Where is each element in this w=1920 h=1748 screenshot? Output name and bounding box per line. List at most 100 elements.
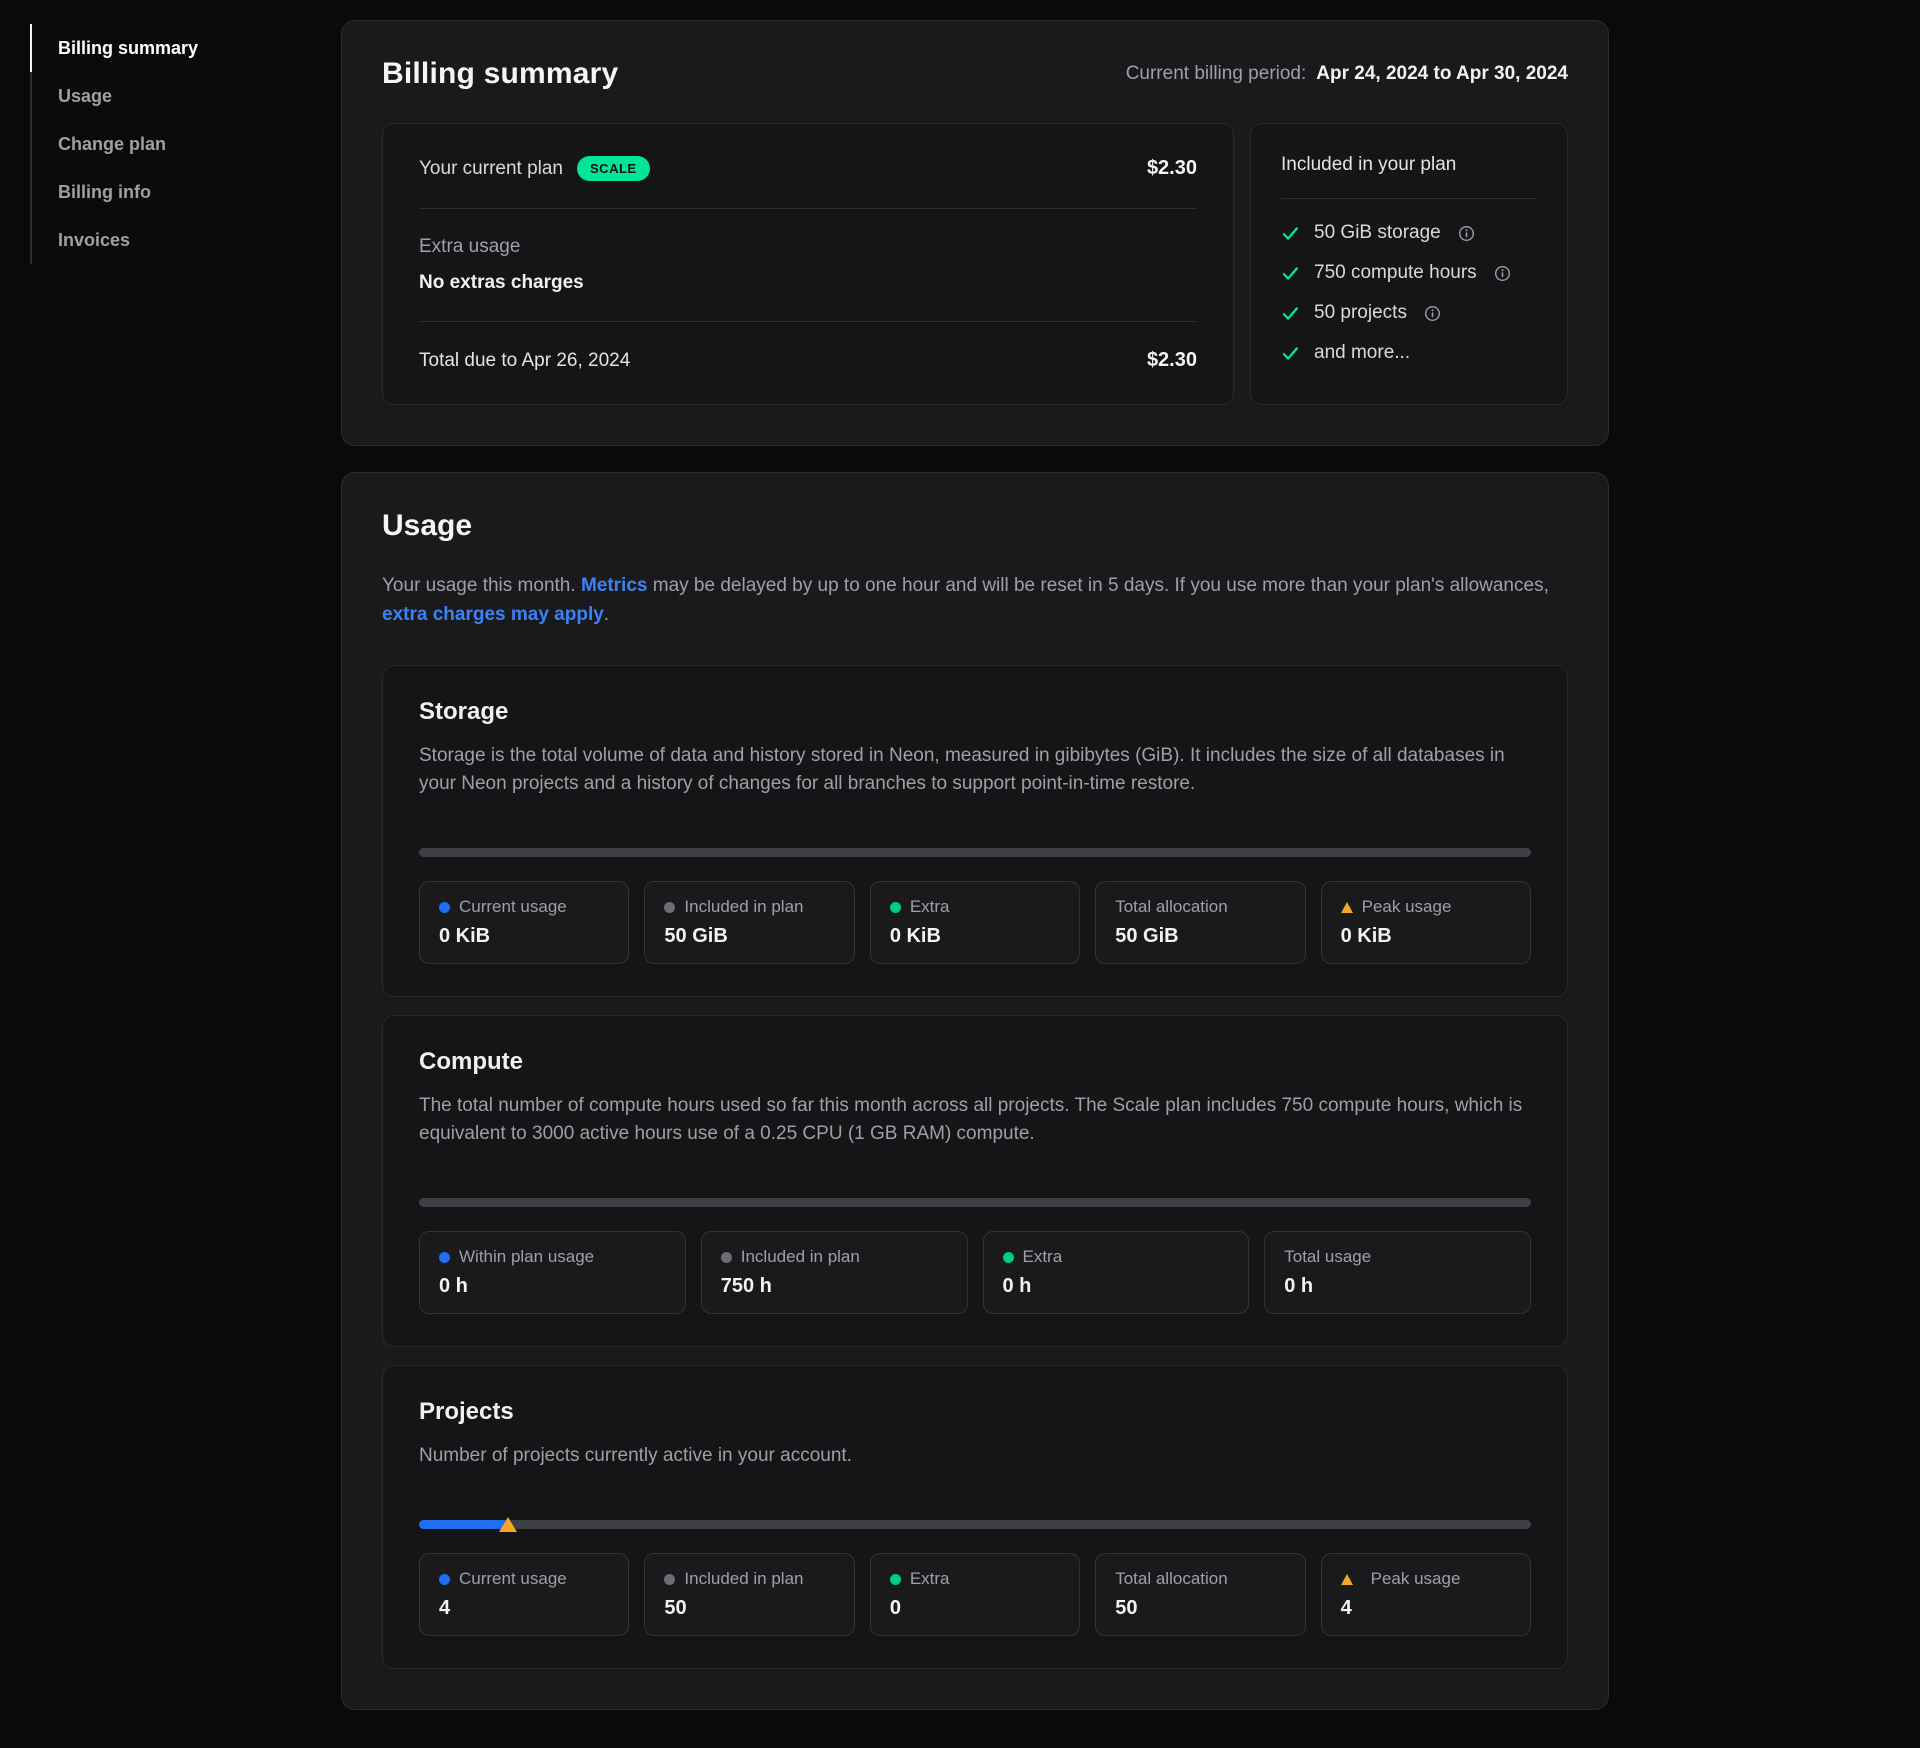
billing-summary-card: Billing summary Current billing period: A… [341,20,1609,446]
included-item-label: 50 projects [1314,302,1407,324]
included-item-label: 750 compute hours [1314,262,1477,284]
stat-value: 0 [890,1597,1060,1620]
stat-label: Included in plan [741,1247,860,1267]
sidebar-item-change-plan[interactable]: Change plan [32,120,310,168]
sidebar-item-billing-summary[interactable]: Billing summary [32,24,310,72]
stat-label: Total allocation [1115,897,1227,917]
stat-label: Current usage [459,897,567,917]
usage-intro: Your usage this month. Metrics may be de… [382,571,1568,629]
included-item-label: and more... [1314,342,1410,364]
billing-sidebar: Billing summary Usage Change plan Billin… [30,24,310,264]
stat-value: 0 KiB [439,925,609,948]
projects-section-description: Number of projects currently active in y… [419,1442,1531,1470]
billing-period: Current billing period: Apr 24, 2024 to A… [1126,63,1568,85]
current-plan-card: Your current plan SCALE $2.30 Extra usag… [382,123,1234,405]
included-in-plan-card: Included in your plan 50 GiB storage 750… [1250,123,1568,405]
legend-dot-icon [890,1574,901,1585]
projects-stats: Current usage 4 Included in plan 50 Extr… [419,1553,1531,1636]
storage-section: Storage Storage is the total volume of d… [382,665,1568,997]
included-item-storage: 50 GiB storage [1281,213,1537,253]
stat-total-allocation: Total allocation 50 GiB [1095,881,1305,964]
billing-period-value: Apr 24, 2024 to Apr 30, 2024 [1316,63,1568,84]
current-plan-row: Your current plan SCALE $2.30 [419,156,1197,181]
stat-label: Total usage [1284,1247,1371,1267]
divider [419,208,1197,209]
total-due-row: Total due to Apr 26, 2024 $2.30 [419,349,1197,372]
storage-section-title: Storage [419,698,1531,726]
included-item-label: 50 GiB storage [1314,222,1441,244]
stat-label: Current usage [459,1569,567,1589]
stat-label: Extra [910,1569,950,1589]
stat-value: 0 h [1284,1275,1511,1298]
included-item-more: and more... [1281,333,1537,373]
stat-value: 50 [664,1597,834,1620]
info-icon[interactable] [1458,225,1475,242]
intro-text: . [604,604,609,625]
usage-title: Usage [382,509,1568,543]
stat-value: 50 GiB [1115,925,1285,948]
stat-value: 4 [439,1597,609,1620]
plan-badge: SCALE [577,156,650,181]
summary-grid: Your current plan SCALE $2.30 Extra usag… [382,123,1568,405]
stat-value: 4 [1341,1597,1511,1620]
stat-value: 750 h [721,1275,948,1298]
peak-triangle-icon [1341,1574,1353,1585]
stat-value: 0 KiB [1341,925,1511,948]
stat-value: 0 KiB [890,925,1060,948]
billing-summary-header: Billing summary Current billing period: A… [382,57,1568,91]
check-icon [1281,264,1300,283]
plan-amount: $2.30 [1147,157,1197,180]
legend-dot-icon [664,1574,675,1585]
projects-progress-bar [419,1520,1531,1529]
stat-current-usage: Current usage 4 [419,1553,629,1636]
check-icon [1281,344,1300,363]
compute-progress-bar [419,1198,1531,1207]
compute-section-title: Compute [419,1048,1531,1076]
info-icon[interactable] [1494,265,1511,282]
sidebar-item-billing-info[interactable]: Billing info [32,168,310,216]
stat-total-usage: Total usage 0 h [1264,1231,1531,1314]
total-due-label: Total due to Apr 26, 2024 [419,350,630,372]
storage-section-description: Storage is the total volume of data and … [419,742,1531,798]
storage-stats: Current usage 0 KiB Included in plan 50 … [419,881,1531,964]
peak-marker-icon [499,1517,517,1532]
sidebar-item-usage[interactable]: Usage [32,72,310,120]
legend-dot-icon [664,902,675,913]
stat-label: Extra [910,897,950,917]
current-plan-line: Your current plan SCALE [419,156,650,181]
extra-charges-link[interactable]: extra charges may apply [382,604,604,625]
legend-dot-icon [439,1574,450,1585]
stat-label: Peak usage [1362,897,1452,917]
stat-value: 0 h [1003,1275,1230,1298]
stat-extra: Extra 0 [870,1553,1080,1636]
included-item-projects: 50 projects [1281,293,1537,333]
page-title: Billing summary [382,57,618,91]
divider [1281,198,1537,199]
progress-fill [419,1520,508,1529]
projects-section-title: Projects [419,1398,1531,1426]
stat-label: Included in plan [684,1569,803,1589]
stat-label: Total allocation [1115,1569,1227,1589]
usage-card: Usage Your usage this month. Metrics may… [341,472,1609,1710]
stat-label: Within plan usage [459,1247,594,1267]
legend-dot-icon [1003,1252,1014,1263]
projects-section: Projects Number of projects currently ac… [382,1365,1568,1669]
total-due-amount: $2.30 [1147,349,1197,372]
stat-value: 0 h [439,1275,666,1298]
billing-nav: Billing summary Usage Change plan Billin… [30,24,310,264]
extra-usage-label: Extra usage [419,236,1197,258]
peak-triangle-icon [1341,902,1353,913]
billing-content: Billing summary Current billing period: A… [341,20,1609,1710]
stat-included-in-plan: Included in plan 750 h [701,1231,968,1314]
compute-section-description: The total number of compute hours used s… [419,1092,1531,1148]
sidebar-item-invoices[interactable]: Invoices [32,216,310,264]
check-icon [1281,304,1300,323]
metrics-link[interactable]: Metrics [581,575,648,596]
stat-peak-usage: Peak usage 4 [1321,1553,1531,1636]
included-item-compute: 750 compute hours [1281,253,1537,293]
stat-extra: Extra 0 KiB [870,881,1080,964]
billing-period-label: Current billing period: [1126,63,1307,84]
stat-within-plan-usage: Within plan usage 0 h [419,1231,686,1314]
info-icon[interactable] [1424,305,1441,322]
intro-text: may be delayed by up to one hour and wil… [647,575,1548,596]
